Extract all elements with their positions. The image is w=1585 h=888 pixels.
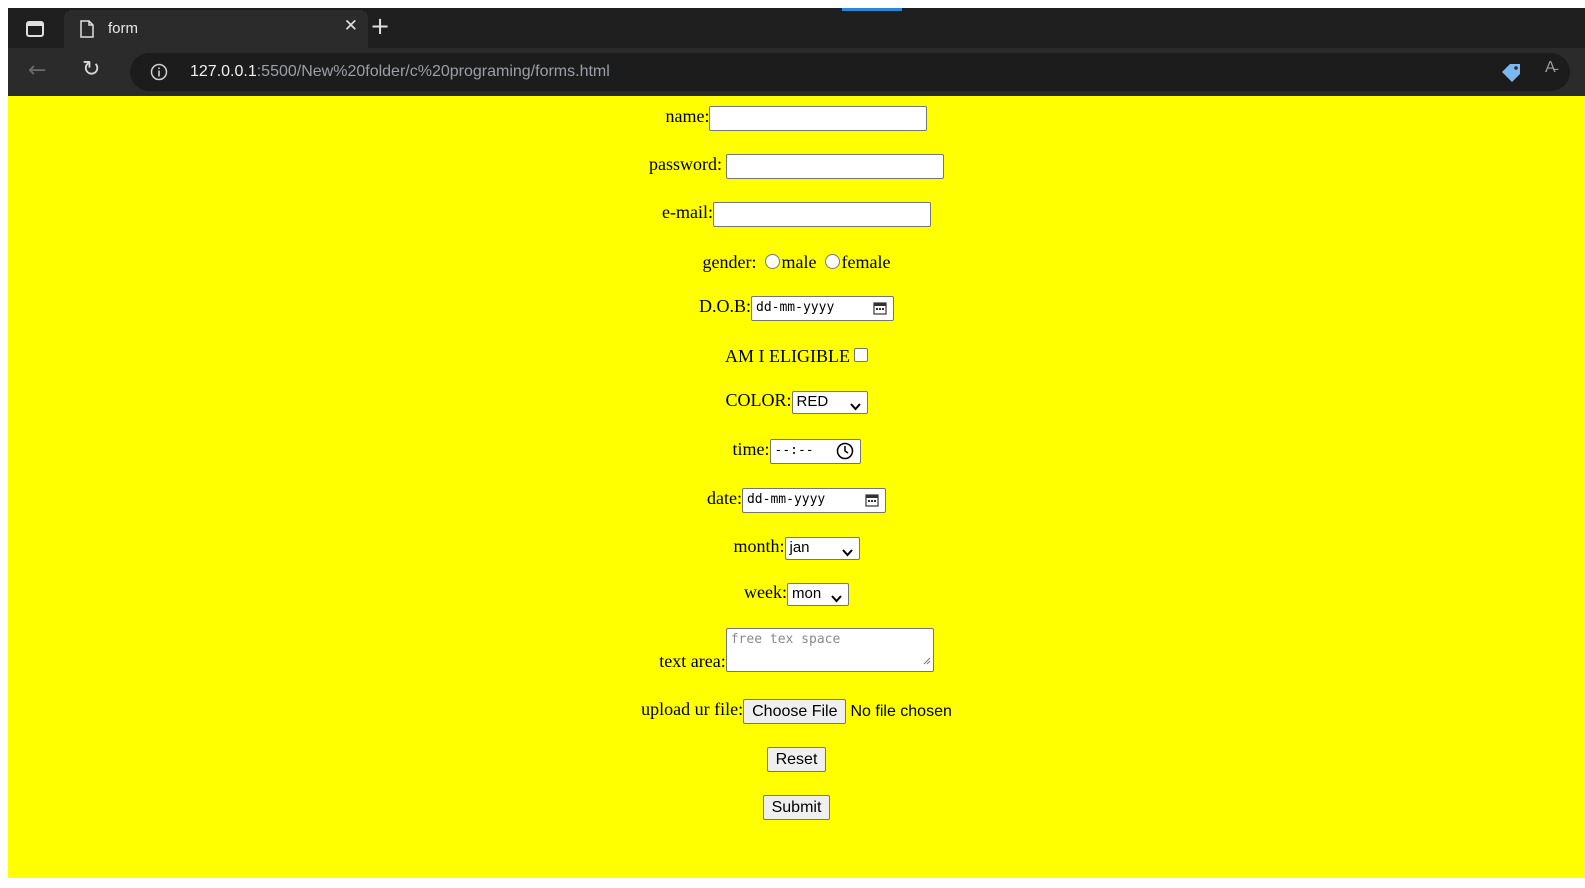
no-file-text: No file chosen bbox=[850, 702, 952, 720]
dob-placeholder: dd-mm-yyyy bbox=[756, 300, 835, 315]
time-row: time: --:-- bbox=[8, 439, 1585, 464]
reset-button[interactable]: Reset bbox=[766, 747, 827, 772]
dob-row: D.O.B: dd-mm-yyyy bbox=[8, 296, 1585, 321]
color-value: RED bbox=[796, 392, 829, 410]
password-input[interactable] bbox=[726, 154, 944, 179]
color-select[interactable]: RED bbox=[791, 390, 868, 415]
choose-file-button[interactable]: Choose File bbox=[743, 699, 847, 724]
eligible-label: AM I ELIGIBLE bbox=[725, 346, 850, 366]
upload-label: upload ur file: bbox=[641, 699, 744, 720]
calendar-icon[interactable] bbox=[865, 493, 879, 511]
name-row: name: bbox=[8, 106, 1585, 131]
color-label: COLOR: bbox=[725, 390, 792, 410]
gender-male-label: male bbox=[781, 252, 817, 272]
free-text-area[interactable]: free tex space bbox=[725, 628, 934, 672]
read-aloud-icon[interactable]: A̵ bbox=[1545, 59, 1556, 77]
chevron-down-icon bbox=[849, 398, 861, 415]
date-row: date: dd-mm-yyyy bbox=[8, 488, 1585, 513]
textarea-placeholder: free tex space bbox=[730, 632, 841, 647]
tab-form[interactable]: form ✕ bbox=[64, 10, 368, 48]
week-select[interactable]: mon bbox=[786, 582, 849, 607]
eligible-row: AM I ELIGIBLE bbox=[8, 346, 1585, 367]
date-input[interactable]: dd-mm-yyyy bbox=[741, 488, 886, 513]
month-row: month: jan bbox=[8, 536, 1585, 560]
reload-icon[interactable]: ↻ bbox=[82, 57, 100, 82]
submit-row: Submit bbox=[8, 795, 1585, 820]
close-icon[interactable]: ✕ bbox=[344, 16, 358, 36]
chevron-down-icon bbox=[831, 590, 842, 607]
gender-male-radio[interactable] bbox=[764, 253, 780, 269]
textarea-label: text area: bbox=[659, 651, 726, 671]
url-field[interactable]: 127.0.0.1:5500/New%20folder/c%20programi… bbox=[130, 53, 1570, 91]
tag-icon[interactable] bbox=[1500, 62, 1522, 87]
new-tab-icon[interactable]: + bbox=[370, 14, 390, 38]
address-bar: ← ↻ 127.0.0.1:5500/New%20folder/c%20prog… bbox=[8, 48, 1585, 96]
gender-label: gender: bbox=[702, 252, 757, 272]
url-text: 127.0.0.1:5500/New%20folder/c%20programi… bbox=[190, 63, 610, 80]
chevron-down-icon bbox=[841, 544, 853, 561]
email-row: e-mail: bbox=[8, 202, 1585, 227]
textarea-row: text area: free tex space bbox=[8, 628, 1585, 672]
reset-row: Reset bbox=[8, 747, 1585, 772]
upload-row: upload ur file: Choose File No file chosen bbox=[8, 699, 1585, 724]
password-label: password: bbox=[649, 154, 722, 175]
month-value: jan bbox=[789, 538, 810, 556]
browser-chrome: form ✕ + ← ↻ 127.0.0.1:5500/New%20folder… bbox=[8, 8, 1585, 96]
gender-row: gender: male female bbox=[8, 252, 1585, 273]
time-input[interactable]: --:-- bbox=[769, 439, 861, 464]
document-icon bbox=[80, 20, 94, 43]
week-row: week: mon bbox=[8, 582, 1585, 606]
tab-title: form bbox=[108, 20, 138, 37]
page-viewport: name: password: e-mail: gender: male fem… bbox=[8, 96, 1585, 878]
color-row: COLOR: RED bbox=[8, 390, 1585, 414]
resize-grip-icon[interactable] bbox=[923, 654, 931, 669]
date-placeholder: dd-mm-yyyy bbox=[746, 492, 826, 507]
name-label: name: bbox=[665, 106, 710, 127]
dob-input[interactable]: dd-mm-yyyy bbox=[751, 296, 894, 321]
month-label: month: bbox=[733, 536, 785, 556]
email-input[interactable] bbox=[712, 202, 931, 227]
name-input[interactable] bbox=[709, 106, 928, 131]
back-icon[interactable]: ← bbox=[28, 58, 46, 83]
week-label: week: bbox=[744, 582, 787, 602]
date-label: date: bbox=[707, 488, 742, 509]
dob-label: D.O.B: bbox=[698, 296, 751, 317]
month-select[interactable]: jan bbox=[784, 536, 860, 561]
accent-line bbox=[842, 8, 902, 11]
tab-actions-icon[interactable] bbox=[26, 21, 44, 42]
calendar-icon[interactable] bbox=[873, 301, 887, 319]
time-placeholder: --:-- bbox=[774, 443, 814, 458]
gender-female-radio[interactable] bbox=[824, 253, 840, 269]
tab-bar: form ✕ + bbox=[8, 8, 1585, 48]
info-icon[interactable] bbox=[150, 63, 168, 86]
submit-button[interactable]: Submit bbox=[762, 795, 831, 820]
email-label: e-mail: bbox=[662, 202, 713, 223]
clock-icon[interactable] bbox=[836, 442, 854, 464]
gender-female-label: female bbox=[841, 252, 891, 272]
time-label: time: bbox=[732, 439, 770, 460]
eligible-checkbox[interactable] bbox=[853, 348, 868, 363]
week-value: mon bbox=[791, 584, 822, 602]
password-row: password: bbox=[8, 154, 1585, 179]
